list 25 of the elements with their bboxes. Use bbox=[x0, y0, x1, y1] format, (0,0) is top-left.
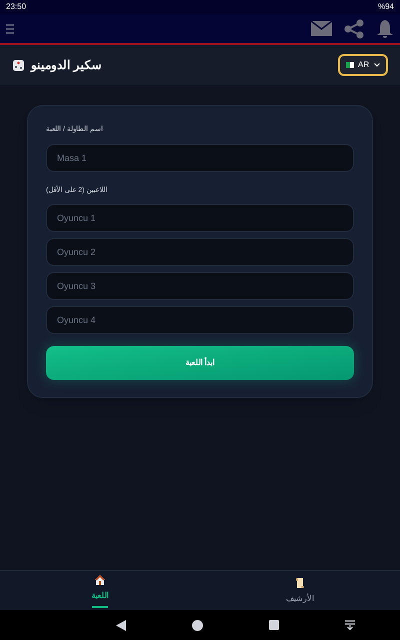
house-icon bbox=[94, 574, 106, 586]
recents-icon[interactable] bbox=[268, 620, 278, 630]
keyboard-hide-icon[interactable] bbox=[344, 620, 354, 630]
menu-icon[interactable] bbox=[6, 24, 14, 34]
table-name-field[interactable]: Masa 1 bbox=[46, 144, 354, 172]
flag-icon bbox=[346, 62, 354, 68]
nav-tab[interactable]: اللعبة bbox=[0, 571, 200, 610]
mail-icon[interactable] bbox=[311, 21, 332, 36]
player-name-field[interactable]: Oyuncu 2 bbox=[46, 238, 354, 266]
share-icon[interactable] bbox=[344, 18, 364, 38]
back-icon[interactable] bbox=[116, 620, 126, 630]
battery-level: %94 bbox=[378, 1, 394, 13]
nav-tab[interactable]: الأرشيف bbox=[200, 571, 400, 610]
home-icon[interactable] bbox=[192, 620, 202, 630]
language-select[interactable]: AR bbox=[338, 54, 388, 76]
dice-icon bbox=[12, 58, 25, 72]
player-name-field[interactable]: Oyuncu 1 bbox=[46, 204, 354, 232]
app-title: سكير الدومينو bbox=[31, 57, 102, 74]
bell-icon[interactable] bbox=[376, 18, 394, 38]
chevron-down-icon bbox=[374, 63, 380, 67]
player-name-field[interactable]: Oyuncu 3 bbox=[46, 272, 354, 300]
active-tab-indicator bbox=[92, 606, 108, 608]
status-time: 23:50 bbox=[6, 1, 26, 13]
scroll-icon bbox=[294, 576, 306, 588]
player-name-field[interactable]: Oyuncu 4 bbox=[46, 306, 354, 334]
